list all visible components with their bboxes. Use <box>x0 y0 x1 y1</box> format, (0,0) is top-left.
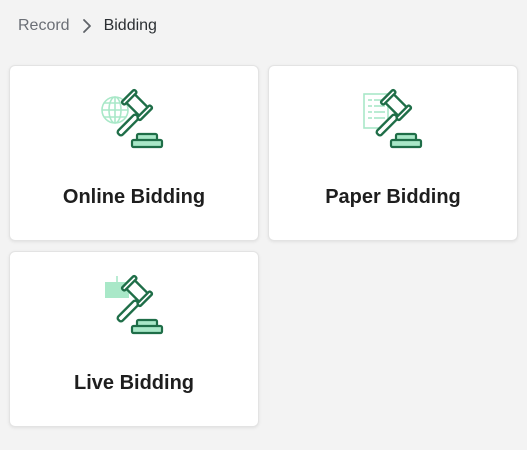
bidding-page: Record Bidding Online Bidding Paper Bidd… <box>0 0 527 450</box>
live-bidding-title: Live Bidding <box>74 372 194 394</box>
gavel-globe-icon <box>99 88 169 150</box>
online-bidding-card[interactable]: Online Bidding <box>9 65 259 241</box>
gavel-paper-icon <box>358 88 428 150</box>
breadcrumb-record-link[interactable]: Record <box>18 17 70 35</box>
gavel-live-icon <box>99 274 169 336</box>
live-bidding-card[interactable]: Live Bidding <box>9 251 259 427</box>
paper-bidding-title: Paper Bidding <box>325 186 461 208</box>
breadcrumb: Record Bidding <box>18 14 157 38</box>
chevron-right-icon <box>82 18 92 34</box>
breadcrumb-current: Bidding <box>103 17 157 34</box>
online-bidding-title: Online Bidding <box>62 186 206 208</box>
paper-bidding-card[interactable]: Paper Bidding <box>268 65 518 241</box>
